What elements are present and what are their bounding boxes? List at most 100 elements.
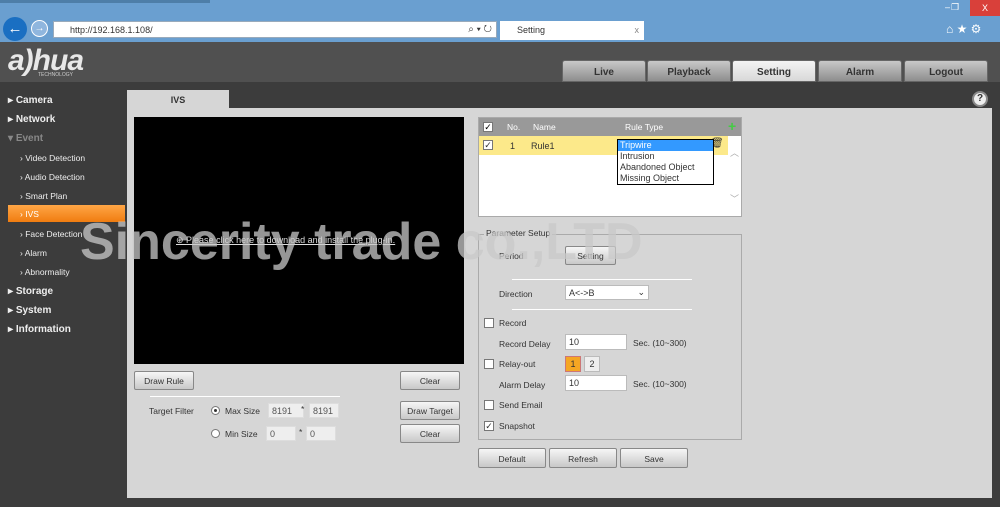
sidebar-item-video-detection[interactable]: › Video Detection <box>20 153 85 163</box>
max-width-input[interactable]: 8191 <box>268 403 304 418</box>
label: Network <box>15 114 56 125</box>
refresh-button[interactable]: Refresh <box>549 448 617 468</box>
minimize-button[interactable]: – <box>945 2 950 12</box>
back-button[interactable]: ← <box>3 17 27 41</box>
rule-type-dropdown[interactable]: Tripwire Intrusion Abandoned Object Miss… <box>617 139 714 185</box>
min-size-label: Min Size <box>225 429 258 439</box>
sidebar-item-event[interactable]: ▾ Event <box>8 133 43 144</box>
chevron-down-icon: ⌄ <box>637 287 645 297</box>
home-star-gear-icons[interactable]: ⌂ ★ ⚙ <box>946 22 981 36</box>
option-abandoned-object[interactable]: Abandoned Object <box>618 162 713 173</box>
times-sign: * <box>299 427 303 437</box>
label: Audio Detection <box>24 172 85 182</box>
rule-no: 1 <box>510 141 516 151</box>
period-label: Period <box>499 251 524 261</box>
col-no: No. <box>507 122 521 132</box>
forward-button[interactable]: → <box>31 20 48 37</box>
snapshot-label: Snapshot <box>499 421 535 431</box>
sidebar-item-network[interactable]: ▸ Network <box>8 114 55 125</box>
tab-logout[interactable]: Logout <box>904 60 988 82</box>
label: Storage <box>15 286 54 297</box>
snapshot-checkbox[interactable]: ✓ <box>484 421 494 431</box>
min-size-radio[interactable] <box>211 429 220 438</box>
min-width-input[interactable]: 0 <box>266 426 296 441</box>
option-intrusion[interactable]: Intrusion <box>618 151 713 162</box>
label: Event <box>15 133 44 144</box>
record-label: Record <box>499 318 527 328</box>
relay-out-label: Relay-out <box>499 359 536 369</box>
tab-alarm[interactable]: Alarm <box>818 60 902 82</box>
scroll-down-icon[interactable]: ﹀ <box>730 192 739 205</box>
sidebar-item-face-detection[interactable]: › Face Detection <box>20 229 82 239</box>
send-email-checkbox[interactable] <box>484 400 494 410</box>
value: A<->B <box>569 288 595 298</box>
relay-2-button[interactable]: 2 <box>584 356 600 372</box>
plugin-download-link[interactable]: ⊕ Please click here to download and inst… <box>176 235 395 246</box>
label: Face Detection <box>25 229 83 239</box>
logo-subtitle: TECHNOLOGY <box>38 72 74 78</box>
direction-select[interactable]: A<->B ⌄ <box>565 285 649 300</box>
period-setting-button[interactable]: Setting <box>565 246 616 265</box>
divider <box>150 396 340 397</box>
record-delay-input[interactable]: 10 <box>565 334 627 350</box>
default-button[interactable]: Default <box>478 448 546 468</box>
tab-close-icon[interactable]: x <box>635 25 640 35</box>
max-size-radio[interactable] <box>211 406 220 415</box>
clear-rule-button[interactable]: Clear <box>400 371 460 390</box>
tab-ivs[interactable]: IVS <box>127 90 229 108</box>
sidebar-item-audio-detection[interactable]: › Audio Detection <box>20 172 85 182</box>
divider <box>512 279 692 280</box>
close-button[interactable]: X <box>970 0 1000 16</box>
add-rule-icon[interactable]: + <box>728 118 736 134</box>
address-bar[interactable]: http://192.168.1.108/ ⌕ ▾ ↻ <box>53 21 497 38</box>
browser-tab[interactable]: Setting x <box>500 21 644 40</box>
sidebar-item-information[interactable]: ▸ Information <box>8 324 71 335</box>
label: Information <box>15 324 71 335</box>
relay-1-button[interactable]: 1 <box>565 356 581 372</box>
select-all-checkbox[interactable]: ✓ <box>483 122 493 132</box>
clear-target-button[interactable]: Clear <box>400 424 460 443</box>
search-refresh-icon[interactable]: ⌕ ▾ ↻ <box>468 24 492 35</box>
draw-target-button[interactable]: Draw Target <box>400 401 460 420</box>
rule-name: Rule1 <box>531 141 555 151</box>
sidebar-item-camera[interactable]: ▸ Camera <box>8 95 53 106</box>
send-email-label: Send Email <box>499 400 543 410</box>
record-delay-range: Sec. (10~300) <box>633 338 687 348</box>
label: Video Detection <box>25 153 86 163</box>
label: Abnormality <box>24 267 70 277</box>
relay-out-checkbox[interactable] <box>484 359 494 369</box>
help-icon[interactable]: ? <box>972 91 988 107</box>
alarm-delay-input[interactable]: 10 <box>565 375 627 391</box>
option-tripwire[interactable]: Tripwire <box>618 140 713 151</box>
tab-setting[interactable]: Setting <box>732 60 816 82</box>
rule-table-header: ✓ No. Name Rule Type + <box>479 118 741 136</box>
scroll-up-icon[interactable]: ︿ <box>730 146 739 159</box>
sidebar-item-alarm[interactable]: › Alarm <box>20 248 47 258</box>
label: Smart Plan <box>25 191 68 201</box>
window-titlebar <box>0 0 210 3</box>
times-sign: * <box>301 404 305 414</box>
draw-rule-button[interactable]: Draw Rule <box>134 371 194 390</box>
rule-checkbox[interactable]: ✓ <box>483 140 493 150</box>
sidebar-item-system[interactable]: ▸ System <box>8 305 51 316</box>
divider <box>512 309 692 310</box>
sidebar-item-smart-plan[interactable]: › Smart Plan <box>20 191 67 201</box>
tab-playback[interactable]: Playback <box>647 60 731 82</box>
min-height-input[interactable]: 0 <box>306 426 336 441</box>
sidebar-item-ivs[interactable]: › IVS <box>8 205 125 222</box>
alarm-delay-label: Alarm Delay <box>499 380 546 390</box>
tab-title: Setting <box>517 25 546 35</box>
browser-chrome: ← → http://192.168.1.108/ ⌕ ▾ ↻ Setting … <box>0 0 1000 42</box>
tab-live[interactable]: Live <box>562 60 646 82</box>
parameter-setup-legend: Parameter Setup <box>484 228 553 238</box>
sidebar-item-storage[interactable]: ▸ Storage <box>8 286 53 297</box>
alarm-delay-range: Sec. (10~300) <box>633 379 687 389</box>
option-missing-object[interactable]: Missing Object <box>618 173 713 184</box>
sidebar-item-abnormality[interactable]: › Abnormality <box>20 267 70 277</box>
record-checkbox[interactable] <box>484 318 494 328</box>
label: Camera <box>15 95 53 106</box>
maximize-button[interactable]: ❐ <box>951 2 959 13</box>
max-height-input[interactable]: 8191 <box>309 403 339 418</box>
save-button[interactable]: Save <box>620 448 688 468</box>
label: Please click here to download and instal… <box>186 235 396 245</box>
